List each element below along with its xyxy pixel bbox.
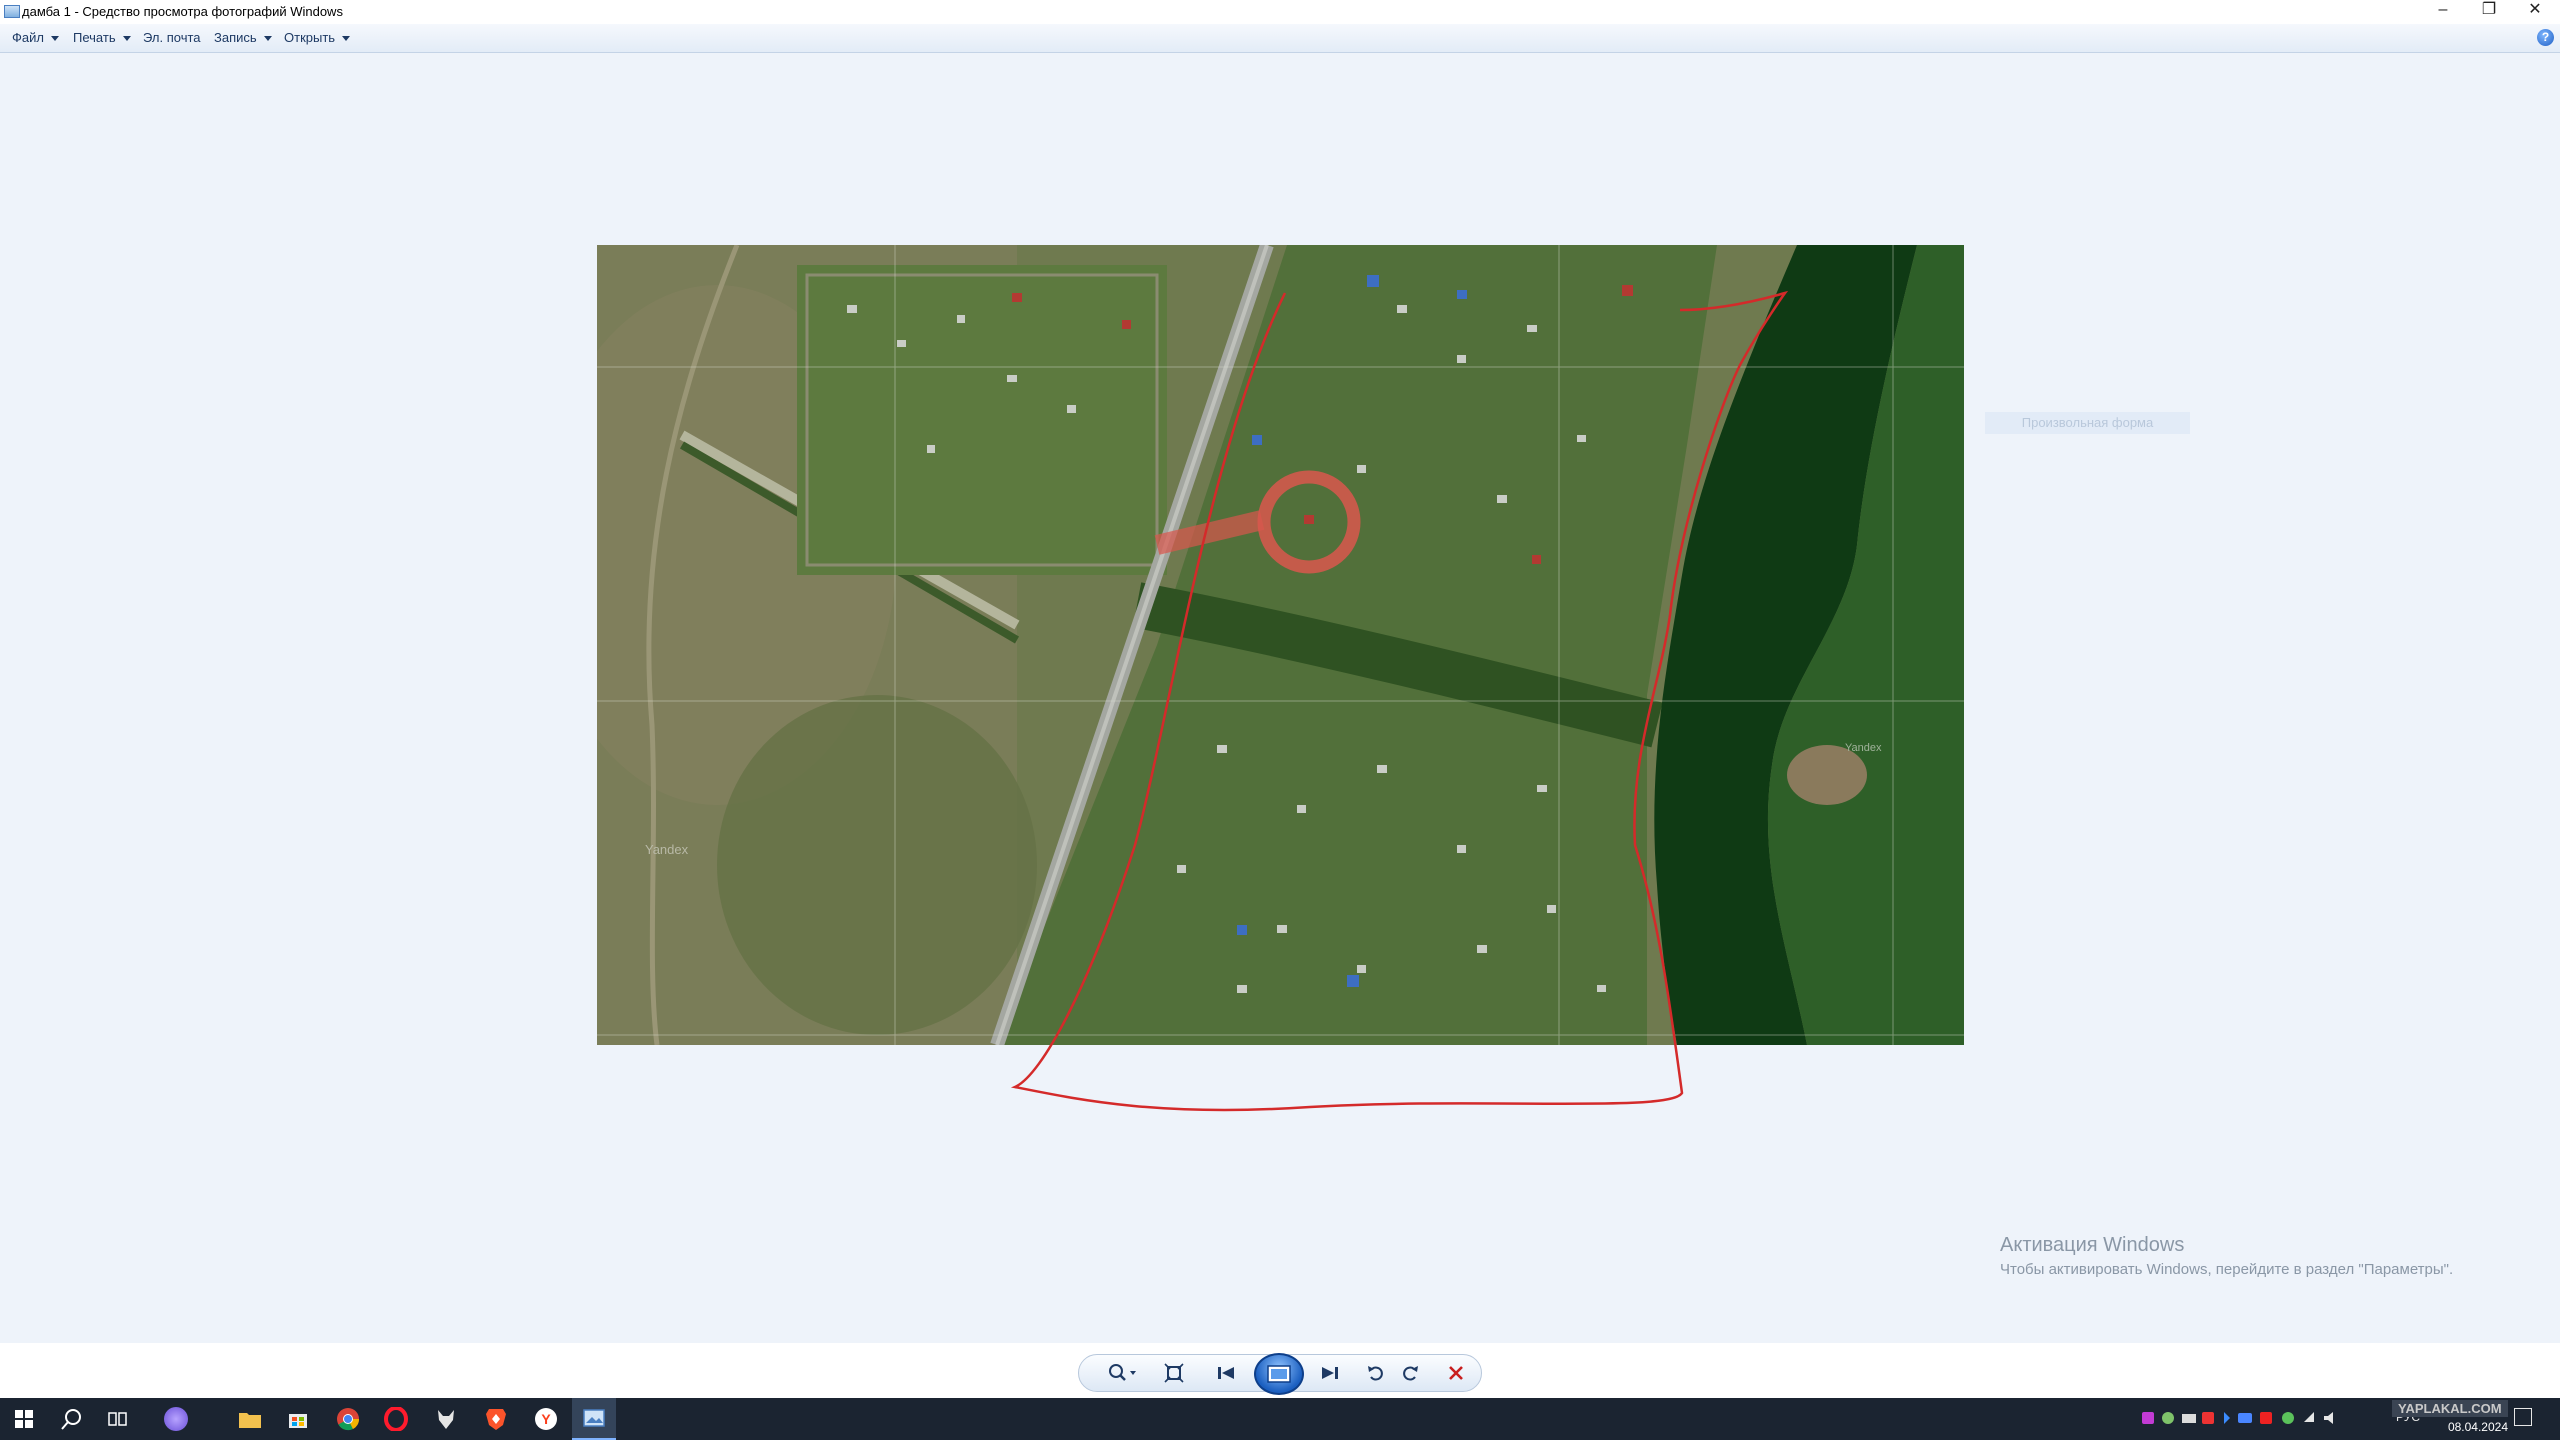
opera-icon — [384, 1407, 408, 1431]
next-button[interactable] — [1312, 1357, 1346, 1389]
folder-icon — [239, 1413, 261, 1428]
slideshow-icon — [1267, 1365, 1291, 1383]
restore-button[interactable]: ❐ — [2466, 0, 2512, 22]
delete-button[interactable] — [1442, 1357, 1470, 1389]
taskbar-app-opera[interactable] — [374, 1398, 418, 1440]
map-watermark-right: Yandex — [1845, 742, 1882, 754]
rotate-right-button[interactable] — [1396, 1357, 1424, 1389]
windows-logo-icon — [15, 1410, 33, 1428]
previous-button[interactable] — [1210, 1357, 1244, 1389]
help-icon[interactable]: ? — [2537, 29, 2554, 46]
zoom-icon — [1109, 1364, 1136, 1381]
activation-title: Активация Windows — [2000, 1234, 2185, 1256]
menu-open[interactable]: Открыть — [284, 30, 351, 45]
windows-activation-notice: Активация Windows Чтобы активировать Win… — [2000, 1234, 2453, 1278]
slideshow-button[interactable] — [1254, 1353, 1304, 1395]
brave-icon — [486, 1409, 506, 1430]
store-icon — [289, 1414, 307, 1428]
taskbar-app-brave[interactable] — [474, 1398, 518, 1440]
chevron-down-icon — [50, 36, 59, 42]
site-watermark: YAPLAKAL.COM — [2392, 1400, 2508, 1417]
menu-open-label: Открыть — [284, 30, 336, 45]
tray-icons[interactable] — [2142, 1410, 2382, 1429]
previous-icon — [1218, 1367, 1234, 1379]
svg-text:Y: Y — [541, 1411, 551, 1427]
menu-file[interactable]: Файл — [12, 30, 59, 45]
chevron-down-icon — [342, 36, 351, 42]
taskbar-app-wolf[interactable] — [424, 1398, 468, 1440]
menu-print-label: Печать — [73, 30, 116, 45]
fit-icon — [1164, 1363, 1184, 1383]
taskbar-app-store[interactable] — [276, 1398, 320, 1440]
zoom-button[interactable] — [1098, 1357, 1146, 1389]
activation-subtitle: Чтобы активировать Windows, перейдите в … — [2000, 1261, 2454, 1278]
photo-viewer-app-icon[interactable] — [4, 5, 20, 18]
chevron-down-icon — [122, 36, 131, 42]
close-window-button[interactable]: ✕ — [2512, 0, 2558, 22]
menu-burn-label: Запись — [214, 30, 257, 45]
red-outline-annotation — [1010, 290, 1789, 1112]
next-icon — [1322, 1367, 1338, 1379]
notifications-icon[interactable] — [2514, 1408, 2532, 1426]
title-bar: дамба 1 - Средство просмотра фотографий … — [0, 0, 2560, 24]
map-watermark-left: Yandex — [645, 842, 689, 857]
taskbar-app-chrome[interactable] — [326, 1398, 370, 1440]
delete-icon — [1449, 1366, 1463, 1380]
search-icon — [61, 1409, 81, 1430]
menu-bar: Файл Печать Эл. почта Запись Открыть ? — [0, 24, 2560, 53]
taskbar-app-explorer[interactable] — [228, 1398, 272, 1440]
actual-size-button[interactable] — [1160, 1357, 1188, 1389]
window-title: дамба 1 - Средство просмотра фотографий … — [22, 4, 343, 19]
search-button[interactable] — [50, 1398, 94, 1440]
task-view-button[interactable] — [96, 1398, 140, 1440]
start-button[interactable] — [2, 1398, 46, 1440]
minimize-button[interactable]: – — [2420, 0, 2466, 22]
tray-icons-group — [2142, 1412, 2333, 1424]
chevron-down-icon — [263, 36, 272, 42]
faint-overlay-label: Произвольная форма — [1985, 412, 2190, 434]
taskbar-app-alice[interactable] — [154, 1398, 198, 1440]
rotate-right-icon — [1403, 1366, 1418, 1381]
alice-icon — [164, 1407, 188, 1431]
taskbar-app-photo-viewer[interactable] — [572, 1398, 616, 1440]
clock-date: 08.04.2024 — [2447, 1420, 2508, 1434]
task-view-icon — [108, 1412, 127, 1426]
menu-email[interactable]: Эл. почта — [143, 30, 201, 45]
menu-file-label: Файл — [12, 30, 44, 45]
menu-print[interactable]: Печать — [73, 30, 131, 45]
photo-viewer-icon — [583, 1409, 605, 1427]
taskbar-app-yandex[interactable]: Y — [524, 1398, 568, 1440]
wolf-icon — [438, 1410, 454, 1429]
rotate-left-icon — [1368, 1366, 1383, 1381]
menu-burn[interactable]: Запись — [214, 30, 272, 45]
rotate-left-button[interactable] — [1362, 1357, 1390, 1389]
chrome-icon — [337, 1408, 360, 1431]
menu-email-label: Эл. почта — [143, 30, 201, 45]
yandex-browser-icon: Y — [535, 1408, 557, 1430]
